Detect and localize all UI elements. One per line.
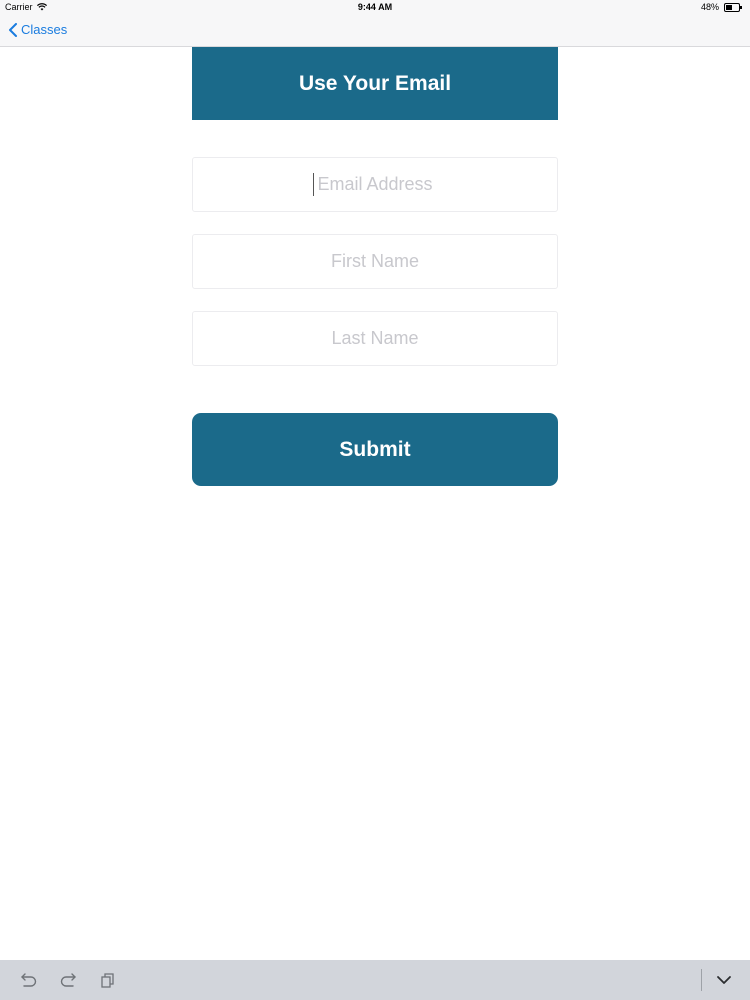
first-name-field-container <box>192 234 558 289</box>
text-cursor <box>313 173 314 196</box>
battery-indicator: 48% <box>701 2 742 12</box>
email-field[interactable] <box>193 158 557 211</box>
paste-icon[interactable] <box>99 972 117 988</box>
submit-button[interactable]: Submit <box>192 413 558 486</box>
back-button-label: Classes <box>21 22 68 37</box>
page-title-banner: Use Your Email <box>192 47 558 120</box>
chevron-left-icon <box>9 22 17 37</box>
page-title: Use Your Email <box>298 71 452 95</box>
submit-button-label: Submit <box>339 437 411 461</box>
keyboard-dismiss-icon[interactable] <box>716 974 732 986</box>
first-name-field[interactable] <box>193 235 557 288</box>
last-name-field-container <box>192 311 558 366</box>
navigation-bar: Classes <box>0 16 750 47</box>
email-field-container <box>192 157 558 212</box>
last-name-field[interactable] <box>193 312 557 365</box>
battery-icon <box>724 2 742 12</box>
battery-percent: 48% <box>700 2 719 12</box>
status-time: 9:44 AM <box>357 2 393 12</box>
back-button[interactable]: Classes <box>8 22 67 37</box>
redo-icon[interactable] <box>59 972 77 988</box>
status-bar: Carrier 9:44 AM 48% <box>0 0 750 16</box>
keyboard-shortcut-bar <box>0 960 750 1000</box>
toolbar-divider <box>701 969 702 991</box>
undo-icon[interactable] <box>20 972 38 988</box>
